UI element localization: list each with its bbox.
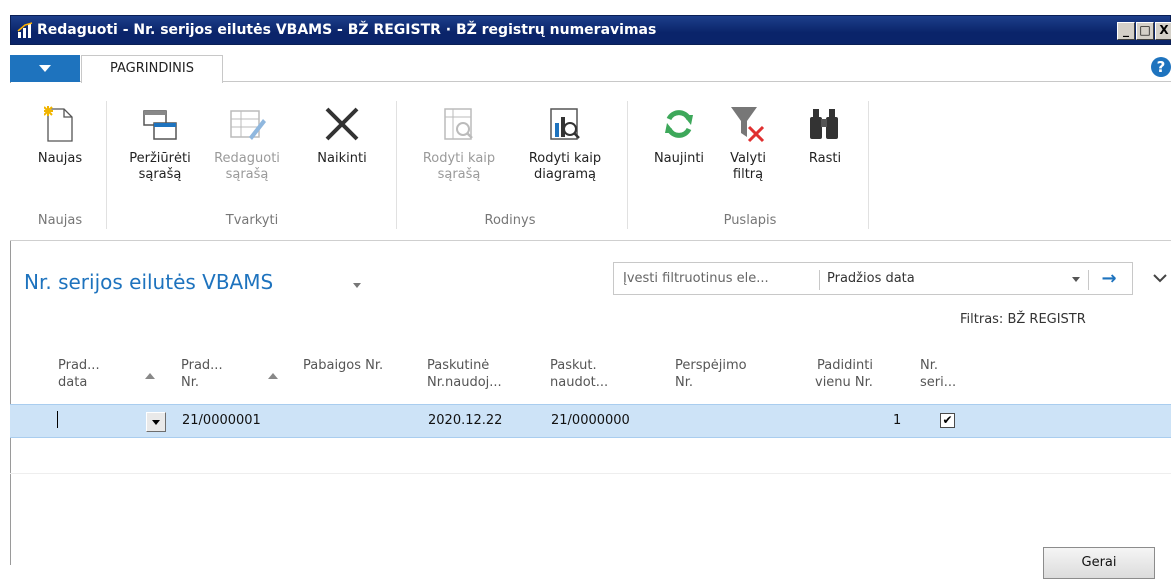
column-header-label: naudot... <box>550 375 609 390</box>
refresh-button[interactable]: Naujinti <box>646 105 712 167</box>
column-header-label: Nr.naudoj... <box>427 375 502 390</box>
show-as-list-button[interactable]: Rodyti kaip sąrašą <box>412 105 506 183</box>
chevron-down-icon[interactable] <box>1072 277 1080 282</box>
column-header-end-no[interactable]: Pabaigos Nr. <box>303 357 383 374</box>
find-button[interactable]: Rasti <box>800 105 850 167</box>
ribbon-separator <box>868 101 869 229</box>
group-label-new: Naujas <box>37 213 83 228</box>
chevron-down-icon <box>152 420 160 425</box>
row-divider <box>10 473 1171 474</box>
column-header-series[interactable]: Nr. seri... <box>920 357 956 391</box>
minimize-button[interactable]: _ <box>1117 22 1135 40</box>
chevron-down-icon[interactable] <box>1150 268 1170 288</box>
help-icon[interactable]: ? <box>1151 57 1171 77</box>
sort-ascending-icon[interactable] <box>145 373 155 379</box>
column-header-label: Prad... <box>58 358 100 373</box>
delete-button[interactable]: Naikinti <box>310 105 374 167</box>
application-menu-button[interactable] <box>10 55 80 82</box>
column-header-label: vienu Nr. <box>815 375 873 390</box>
column-header-label: Nr. <box>675 375 694 390</box>
new-document-icon <box>44 106 73 142</box>
filter-field-select[interactable]: Pradžios data <box>827 271 915 286</box>
clear-filter-button[interactable]: Valyti filtrą <box>722 105 774 183</box>
column-header-label: Pabaigos Nr. <box>303 358 384 373</box>
tab-home[interactable]: PAGRINDINIS <box>81 55 223 83</box>
clear-filter-icon <box>731 107 765 143</box>
new-button-label: Naujas <box>37 151 83 166</box>
group-label-page: Puslapis <box>723 213 777 228</box>
column-header-label: Perspėjimo <box>675 358 747 373</box>
show-as-list-label-2: sąrašą <box>437 167 481 182</box>
column-header-label: Paskutinė <box>427 358 490 373</box>
column-header-label: Nr. <box>181 375 200 390</box>
edit-list-label-2: sąrašą <box>225 167 269 182</box>
filter-box[interactable]: Įvesti filtruotinus ele... Pradžios data… <box>613 262 1133 295</box>
cell-last-date-used[interactable]: 2020.12.22 <box>428 413 502 428</box>
new-button[interactable]: Naujas <box>30 105 90 167</box>
cell-start-no[interactable]: 21/0000001 <box>182 413 261 428</box>
close-button[interactable]: X <box>1155 22 1171 40</box>
binoculars-icon <box>810 109 838 139</box>
edit-list-icon <box>230 110 266 140</box>
find-label: Rasti <box>808 151 842 166</box>
group-label-manage: Tvarkyti <box>225 213 279 228</box>
filter-input[interactable]: Įvesti filtruotinus ele... <box>623 271 769 286</box>
cell-last-no-used[interactable]: 21/0000000 <box>551 413 630 428</box>
maximize-button[interactable]: □ <box>1136 22 1154 40</box>
app-icon <box>17 22 33 38</box>
ribbon-separator <box>106 101 107 229</box>
view-list-label-2: sąrašą <box>138 167 182 182</box>
group-label-view: Rodinys <box>484 213 536 228</box>
show-as-list-icon <box>444 108 473 140</box>
edit-list-label-1: Redaguoti <box>214 151 280 166</box>
chevron-down-icon[interactable] <box>353 283 361 288</box>
column-header-last-no-used[interactable]: Paskut. naudot... <box>550 357 608 391</box>
view-list-icon <box>143 110 177 140</box>
column-header-warning-no[interactable]: Perspėjimo Nr. <box>675 357 747 391</box>
column-header-increment[interactable]: Padidinti vienu Nr. <box>815 357 873 391</box>
column-header-label: Nr. <box>920 358 939 373</box>
show-as-list-label-1: Rodyti kaip <box>422 151 496 166</box>
refresh-icon <box>665 110 693 138</box>
view-list-label-1: Peržiūrėti <box>129 151 191 166</box>
sort-ascending-icon[interactable] <box>268 373 278 379</box>
column-header-label: Padidinti <box>817 358 873 373</box>
series-checkbox[interactable]: ✔ <box>940 413 955 428</box>
clear-filter-label-1: Valyti <box>730 151 766 166</box>
row-dropdown-button[interactable] <box>146 412 166 432</box>
delete-x-icon <box>325 107 359 141</box>
chevron-down-icon <box>39 65 51 72</box>
ribbon-separator <box>627 101 628 229</box>
show-as-chart-label-2: diagramą <box>533 167 597 182</box>
column-header-label: Paskut. <box>550 358 597 373</box>
delete-label: Naikinti <box>317 151 367 166</box>
ok-button[interactable]: Gerai <box>1043 547 1155 579</box>
column-header-start-date[interactable]: Prad... data <box>58 357 100 391</box>
ribbon-separator <box>396 101 397 229</box>
filter-separator <box>819 270 820 290</box>
refresh-label: Naujinti <box>653 151 705 166</box>
column-header-label: data <box>58 375 88 390</box>
column-header-last-date-used[interactable]: Paskutinė Nr.naudoj... <box>427 357 502 391</box>
view-list-button[interactable]: Peržiūrėti sąrašą <box>124 105 196 183</box>
page-title[interactable]: Nr. serijos eilutės VBAMS <box>24 270 273 294</box>
cell-increment[interactable]: 1 <box>893 413 901 428</box>
window-title: Redaguoti - Nr. serijos eilutės VBAMS - … <box>37 22 657 38</box>
edit-list-button[interactable]: Redaguoti sąrašą <box>212 105 282 183</box>
show-as-chart-label-1: Rodyti kaip <box>528 151 602 166</box>
column-header-start-no[interactable]: Prad... Nr. <box>181 357 223 391</box>
window-title-bar[interactable]: Redaguoti - Nr. serijos eilutės VBAMS - … <box>10 15 1171 45</box>
show-as-chart-icon <box>550 108 580 140</box>
filter-separator <box>1088 270 1089 290</box>
column-header-label: seri... <box>920 375 957 390</box>
column-header-label: Prad... <box>181 358 223 373</box>
arrow-right-icon[interactable]: → <box>1094 267 1124 291</box>
show-as-chart-button[interactable]: Rodyti kaip diagramą <box>512 105 618 183</box>
start-date-cell-input[interactable] <box>57 411 58 428</box>
filter-summary: Filtras: BŽ REGISTR <box>960 312 1086 327</box>
clear-filter-label-2: filtrą <box>732 167 764 182</box>
